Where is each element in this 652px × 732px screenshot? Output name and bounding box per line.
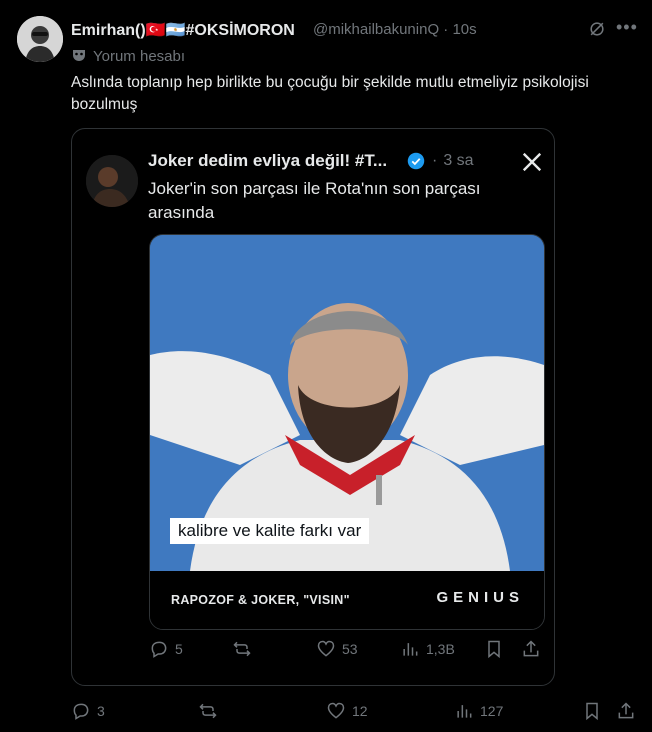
quoted-reply-count: 5 (175, 641, 183, 657)
views-count: 127 (480, 703, 504, 719)
retweet-icon (233, 641, 251, 657)
quoted-views-count: 1,3B (426, 641, 455, 657)
reply-icon (73, 703, 89, 720)
retweet-button[interactable] (198, 701, 224, 721)
reply-button[interactable]: 3 (71, 701, 105, 721)
tweet-text: Aslında toplanıp hep birlikte bu çocuğu … (71, 74, 589, 113)
mask-icon (71, 47, 87, 67)
grok-icon[interactable] (587, 19, 607, 44)
quoted-like-button[interactable]: 53 (316, 639, 358, 659)
views-icon (403, 643, 418, 656)
quoted-avatar[interactable] (86, 155, 138, 207)
avatar[interactable] (17, 16, 63, 62)
share-icon[interactable] (616, 701, 636, 726)
quoted-views-button[interactable]: 1,3B (400, 639, 455, 659)
like-button[interactable]: 12 (326, 701, 368, 721)
quoted-media[interactable]: kalibre ve kalite farkı var RAPOZOF & JO… (149, 234, 545, 630)
quoted-retweet-button[interactable] (232, 639, 258, 659)
quoted-tweet-card[interactable]: Joker dedim evliya değil! #T... · 3 sa Jo… (71, 128, 555, 686)
quoted-display-name[interactable]: Joker dedim evliya değil! #T... (148, 151, 387, 171)
quoted-text: Joker'in son parçası ile Rota'nın son pa… (148, 179, 481, 222)
heart-icon (327, 702, 345, 719)
quoted-time: · 3 sa (432, 152, 474, 169)
genius-logo: GENIUS (436, 589, 524, 606)
views-button[interactable]: 127 (454, 701, 503, 721)
bookmark-icon[interactable] (582, 701, 602, 726)
media-photo[interactable]: kalibre ve kalite farkı var (150, 235, 544, 571)
display-name[interactable]: Emirhan()🇹🇷🇦🇷#OKSİMORON (71, 20, 295, 40)
more-icon[interactable]: ••• (616, 17, 638, 38)
x-logo-icon[interactable] (521, 151, 543, 178)
subtext-row: Yorum hesabı (71, 47, 185, 67)
reply-count: 3 (97, 703, 105, 719)
media-caption: kalibre ve kalite farkı var (170, 518, 370, 544)
media-footer: RAPOZOF & JOKER, "VISIN" GENIUS (150, 571, 544, 629)
retweet-icon (199, 703, 217, 719)
handle-and-time[interactable]: @mikhailbakuninQ · 10s (313, 21, 477, 38)
verified-icon (407, 152, 425, 175)
media-footer-title: RAPOZOF & JOKER, "VISIN" (171, 593, 350, 607)
like-count: 12 (352, 703, 368, 719)
quoted-reply-button[interactable]: 5 (149, 639, 183, 659)
reply-icon (151, 641, 167, 658)
quoted-like-count: 53 (342, 641, 358, 657)
quoted-share-icon[interactable] (521, 639, 541, 664)
subtext-label: Yorum hesabı (93, 48, 186, 65)
views-icon (457, 705, 472, 718)
heart-icon (317, 640, 335, 657)
quoted-bookmark-icon[interactable] (484, 639, 504, 664)
